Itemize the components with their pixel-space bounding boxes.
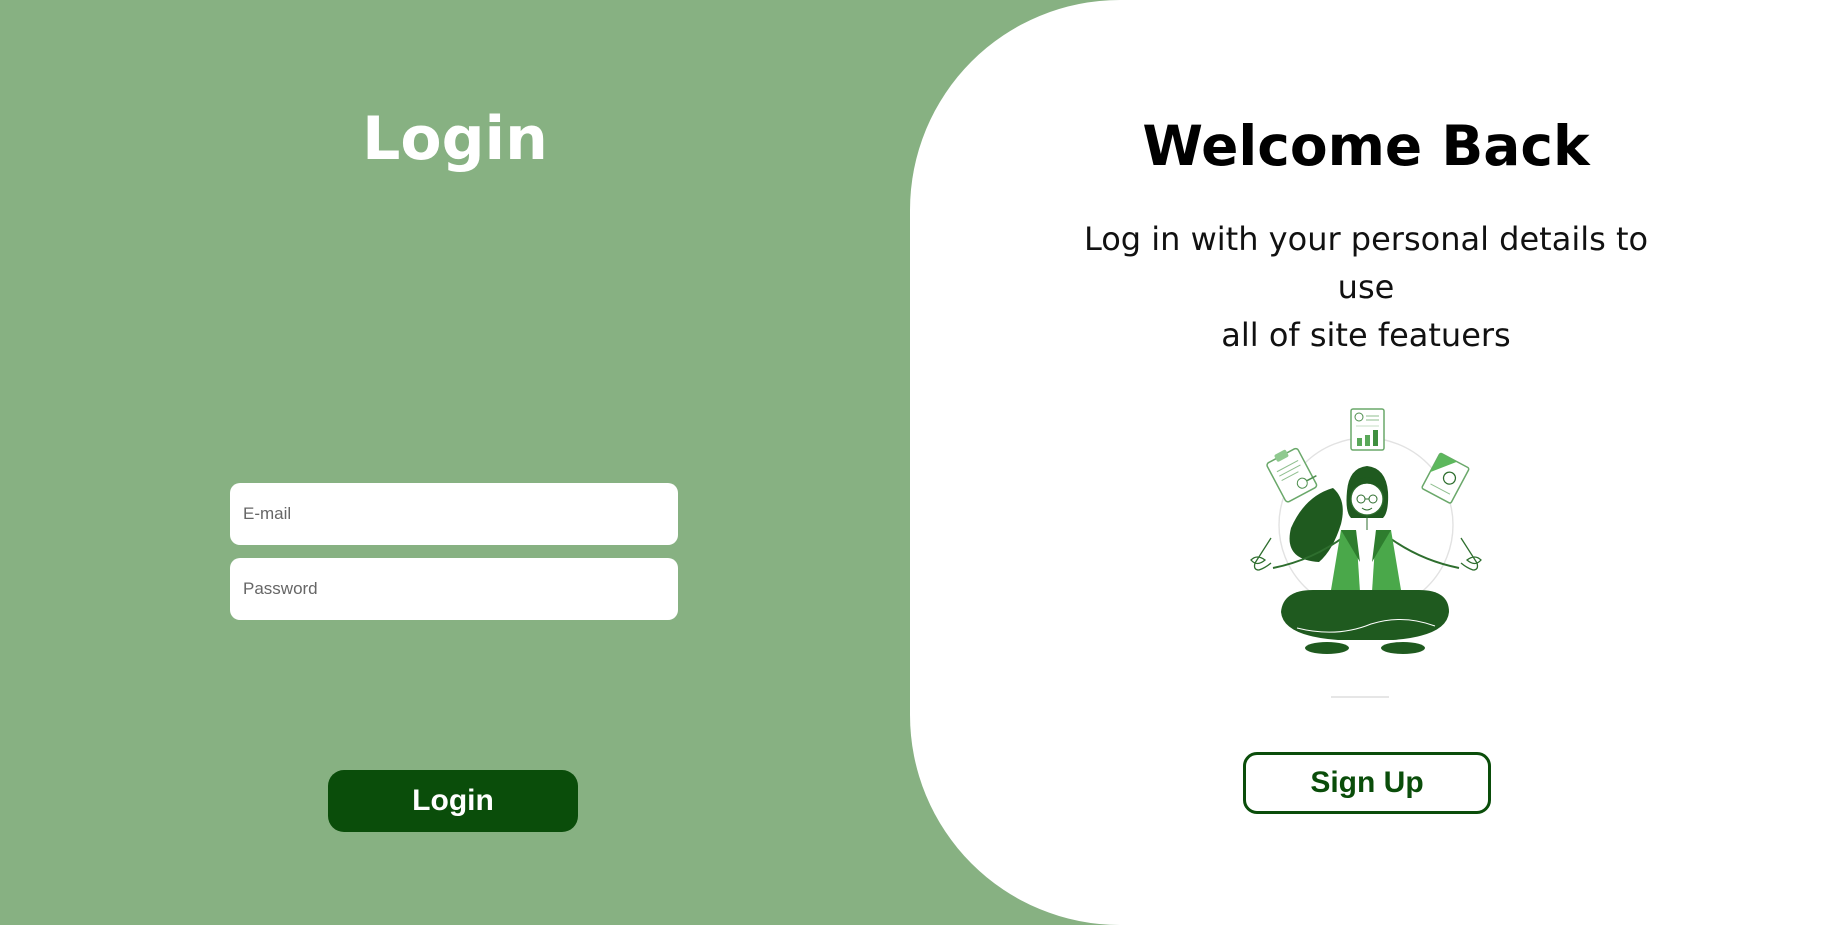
- password-field[interactable]: [230, 558, 678, 620]
- euro-document-icon: [1421, 452, 1470, 504]
- meditation-illustration: [1250, 408, 1482, 698]
- report-document-icon: [1350, 408, 1385, 451]
- welcome-description-line-1: Log in with your personal details to use: [1083, 220, 1649, 306]
- login-panel: Login Login: [0, 0, 910, 925]
- email-field[interactable]: [230, 483, 678, 545]
- login-heading: Login: [362, 104, 548, 174]
- welcome-description-line-2: all of site featuers: [1221, 316, 1511, 354]
- legs: [1281, 590, 1449, 654]
- welcome-heading: Welcome Back: [1142, 114, 1590, 178]
- hair-flow: [1289, 488, 1343, 562]
- signup-button[interactable]: Sign Up: [1243, 752, 1491, 814]
- head: [1346, 466, 1389, 530]
- torso: [1331, 530, 1401, 592]
- welcome-description: Log in with your personal details to use…: [1066, 215, 1666, 359]
- login-button[interactable]: Login: [328, 770, 578, 832]
- welcome-panel: Welcome Back Log in with your personal d…: [910, 0, 1822, 925]
- clipboard-icon: [1266, 447, 1318, 503]
